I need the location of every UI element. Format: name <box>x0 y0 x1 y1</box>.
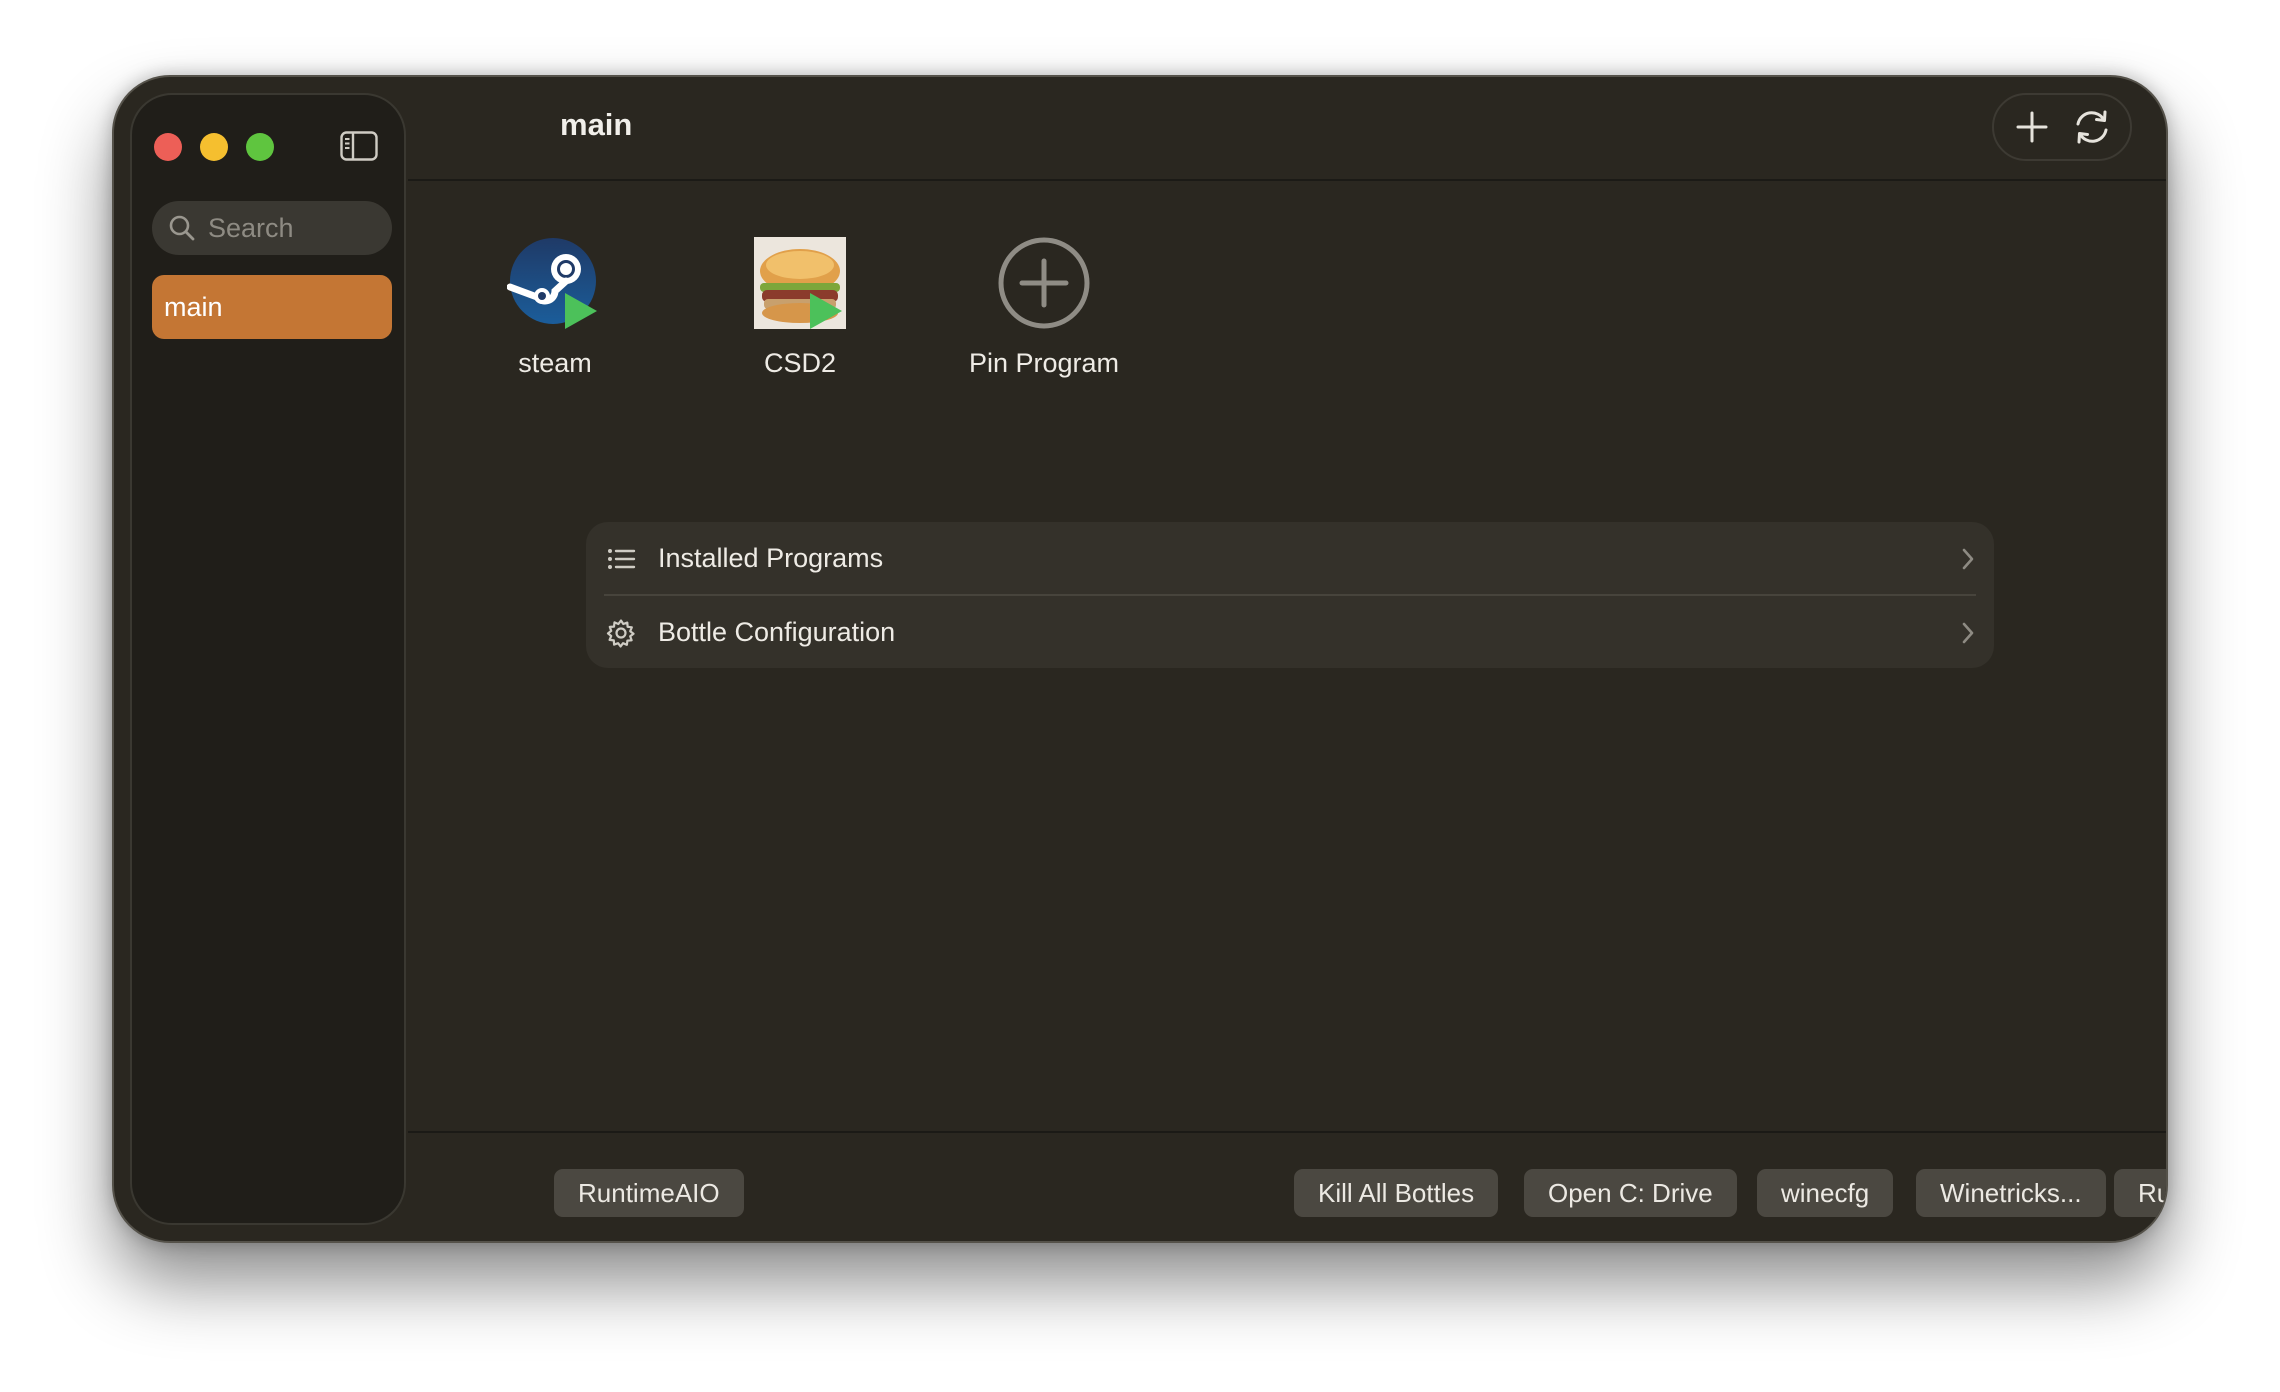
pinned-program-label: steam <box>518 348 592 378</box>
csd2-app-icon <box>754 237 846 329</box>
kill-all-bottles-button[interactable]: Kill All Bottles <box>1294 1169 1499 1217</box>
open-c-drive-button[interactable]: Open C: Drive <box>1524 1169 1737 1217</box>
close-window-button[interactable] <box>154 133 182 161</box>
refresh-button[interactable] <box>2068 103 2116 151</box>
sidebar-toggle-icon[interactable] <box>340 131 378 161</box>
section-label: Bottle Configuration <box>658 616 896 647</box>
refresh-icon <box>2076 110 2108 144</box>
gear-icon <box>606 619 635 648</box>
search-input[interactable] <box>206 211 390 245</box>
chevron-right-icon <box>1962 622 1974 644</box>
list-icon <box>608 549 636 569</box>
pinned-program-label: Pin Program <box>968 348 1120 378</box>
winetricks-button[interactable]: Winetricks... <box>1916 1169 2106 1217</box>
plus-icon <box>2016 111 2048 143</box>
winecfg-button[interactable]: winecfg <box>1757 1169 1894 1217</box>
steam-app-icon <box>507 238 597 329</box>
search-icon <box>169 215 195 241</box>
add-bottle-button[interactable] <box>2008 103 2056 151</box>
sidebar: main <box>130 93 406 1225</box>
sidebar-item-label: main <box>164 291 223 322</box>
footer-bar: RuntimeAIO Kill All Bottles Open C: Driv… <box>408 1131 2166 1241</box>
pinned-program-label: CSD2 <box>763 348 837 378</box>
plus-circle-icon <box>998 237 1090 329</box>
header: main <box>408 77 2166 181</box>
bottle-configuration-row[interactable]: Bottle Configuration <box>586 596 1994 668</box>
maximize-window-button[interactable] <box>246 133 274 161</box>
page-title: main <box>560 107 633 142</box>
runtime-aio-button[interactable]: RuntimeAIO <box>554 1169 744 1217</box>
minimize-window-button[interactable] <box>200 133 228 161</box>
bottle-sections-list: Installed Programs Bottle Configuration <box>586 522 1994 668</box>
toolbar-group <box>1992 93 2132 161</box>
installed-programs-row[interactable]: Installed Programs <box>586 522 1994 594</box>
search-field[interactable] <box>152 201 392 255</box>
chevron-right-icon <box>1962 548 1974 570</box>
run-button[interactable]: Run... <box>2114 1169 2166 1217</box>
section-label: Installed Programs <box>658 542 884 573</box>
app-window: main main <box>112 75 2168 1243</box>
sidebar-item-main[interactable]: main <box>152 275 392 339</box>
